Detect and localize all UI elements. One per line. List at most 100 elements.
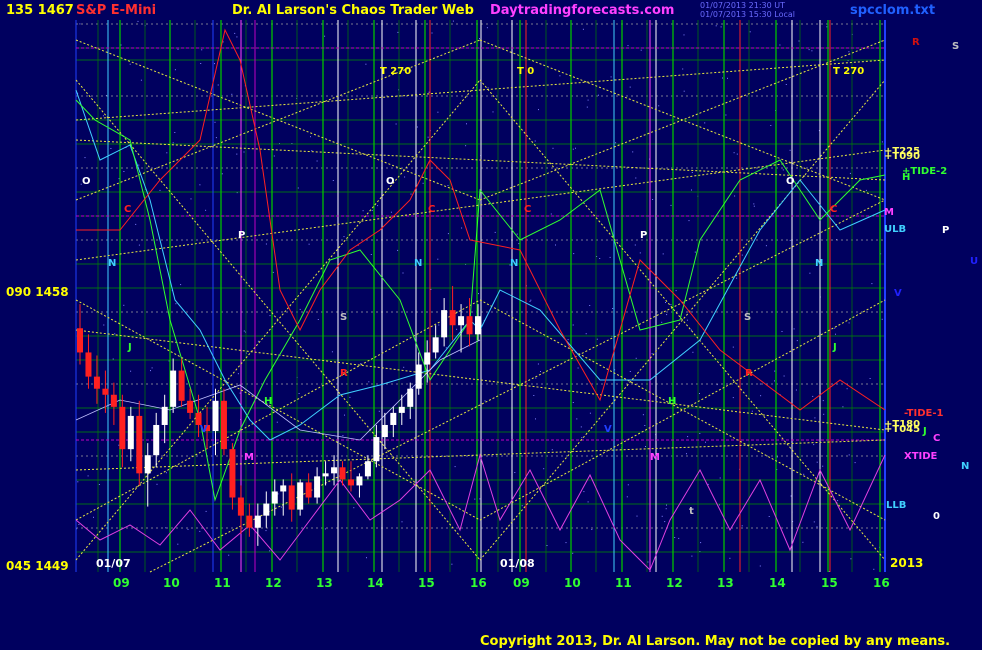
star-dot <box>651 353 653 355</box>
star-dot <box>280 506 282 508</box>
star-dot <box>298 393 300 394</box>
star-dot <box>848 454 850 456</box>
star-dot <box>776 456 778 458</box>
star-dot <box>727 77 728 79</box>
star-dot <box>798 40 800 42</box>
star-dot <box>360 363 362 365</box>
price-bar-body <box>237 497 244 516</box>
star-dot <box>779 44 781 46</box>
day-label: 01/07 <box>96 557 131 570</box>
star-dot <box>456 328 458 330</box>
star-dot <box>159 189 161 191</box>
legend-label: V <box>894 288 902 299</box>
star-dot <box>135 223 137 225</box>
star-dot <box>599 258 601 259</box>
star-dot <box>466 123 467 125</box>
star-dot <box>529 300 531 302</box>
legend-label: J <box>922 426 927 437</box>
x-tick-label: 16 <box>873 576 890 590</box>
star-dot <box>257 340 259 342</box>
star-dot <box>837 500 839 502</box>
x-tick-label: 16 <box>470 576 487 590</box>
star-dot <box>741 254 743 256</box>
star-dot <box>580 426 582 428</box>
star-dot <box>269 550 271 552</box>
chart-annotation: M <box>650 452 660 463</box>
star-dot <box>316 160 318 162</box>
star-dot <box>736 277 738 279</box>
chart-annotation: N <box>414 258 422 269</box>
price-bar-body <box>407 388 414 407</box>
price-bar-body <box>458 316 465 326</box>
star-dot <box>865 189 867 191</box>
star-dot <box>123 171 125 172</box>
chart-annotation: P <box>238 230 245 241</box>
star-dot <box>577 367 579 369</box>
star-dot <box>349 396 351 398</box>
star-dot <box>686 319 688 321</box>
legend-label: N <box>961 461 969 472</box>
star-dot <box>634 244 636 246</box>
star-dot <box>368 381 370 383</box>
star-dot <box>795 389 797 391</box>
local-stamp: 01/07/2013 15:30 Local <box>700 10 795 19</box>
y-axis-label: 090 1458 <box>6 285 69 299</box>
star-dot <box>530 299 532 301</box>
star-dot <box>690 329 692 331</box>
star-dot <box>175 303 177 305</box>
market-name: S&P E-Mini <box>76 3 157 18</box>
price-bar-body <box>220 400 227 450</box>
star-dot <box>265 530 267 532</box>
star-dot <box>165 472 167 474</box>
star-dot <box>688 220 690 222</box>
chart-annotation: S <box>744 312 751 323</box>
price-bar-body <box>77 328 83 353</box>
star-dot <box>809 272 811 274</box>
star-dot <box>565 542 567 544</box>
star-dot <box>118 444 120 446</box>
star-dot <box>635 177 637 179</box>
star-dot <box>854 462 856 464</box>
star-dot <box>573 253 575 255</box>
star-dot <box>848 51 850 53</box>
chart-annotation: T 270 <box>833 66 864 77</box>
star-dot <box>670 204 672 206</box>
star-dot <box>410 193 412 195</box>
star-dot <box>881 318 883 320</box>
chart-annotation: R <box>340 368 348 379</box>
star-dot <box>397 31 399 33</box>
star-dot <box>666 314 668 316</box>
star-dot <box>598 94 599 96</box>
star-dot <box>636 515 638 517</box>
star-dot <box>84 157 86 159</box>
file-name: spcclom.txt <box>850 3 936 18</box>
star-dot <box>572 552 574 554</box>
chart-annotation: C <box>428 204 435 215</box>
price-bar-body <box>170 370 177 407</box>
x-tick-label: 14 <box>367 576 384 590</box>
star-dot <box>452 20 454 22</box>
star-dot <box>639 252 641 254</box>
star-dot <box>583 491 585 493</box>
star-dot <box>177 48 179 50</box>
star-dot <box>759 383 761 385</box>
star-dot <box>871 283 873 285</box>
chart-annotation: O <box>386 176 395 187</box>
price-bar-body <box>119 406 126 450</box>
star-dot <box>447 233 449 235</box>
star-dot <box>324 35 326 37</box>
chart-annotation: N <box>815 258 823 269</box>
star-dot <box>725 114 727 116</box>
star-dot <box>718 504 720 506</box>
price-bar-body <box>449 310 456 326</box>
star-dot <box>112 358 114 360</box>
star-dot <box>813 521 815 523</box>
star-dot <box>221 173 223 175</box>
star-dot <box>629 278 631 280</box>
star-dot <box>543 468 545 470</box>
chart-annotation: J <box>127 342 132 353</box>
star-dot <box>789 149 791 151</box>
star-dot <box>760 395 762 397</box>
star-dot <box>576 418 578 420</box>
star-dot <box>151 367 153 369</box>
